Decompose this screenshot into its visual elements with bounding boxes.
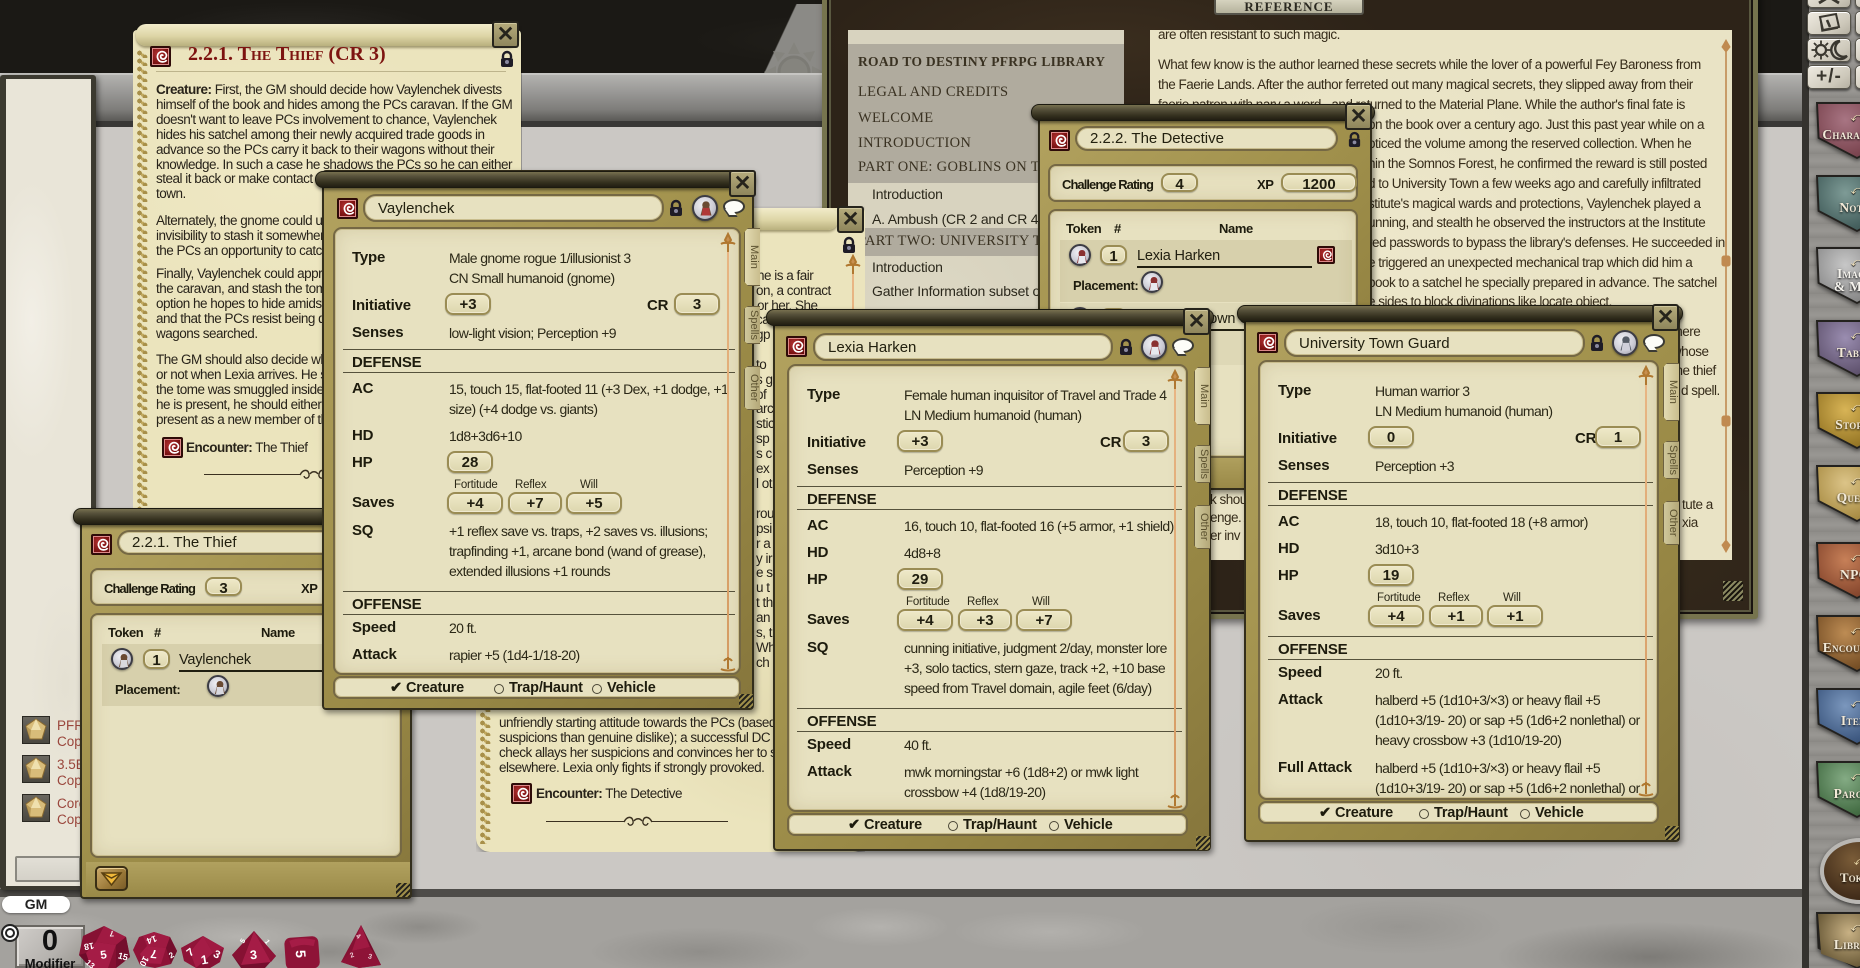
svg-text:18: 18 xyxy=(83,941,95,953)
svg-text:5: 5 xyxy=(293,950,310,959)
